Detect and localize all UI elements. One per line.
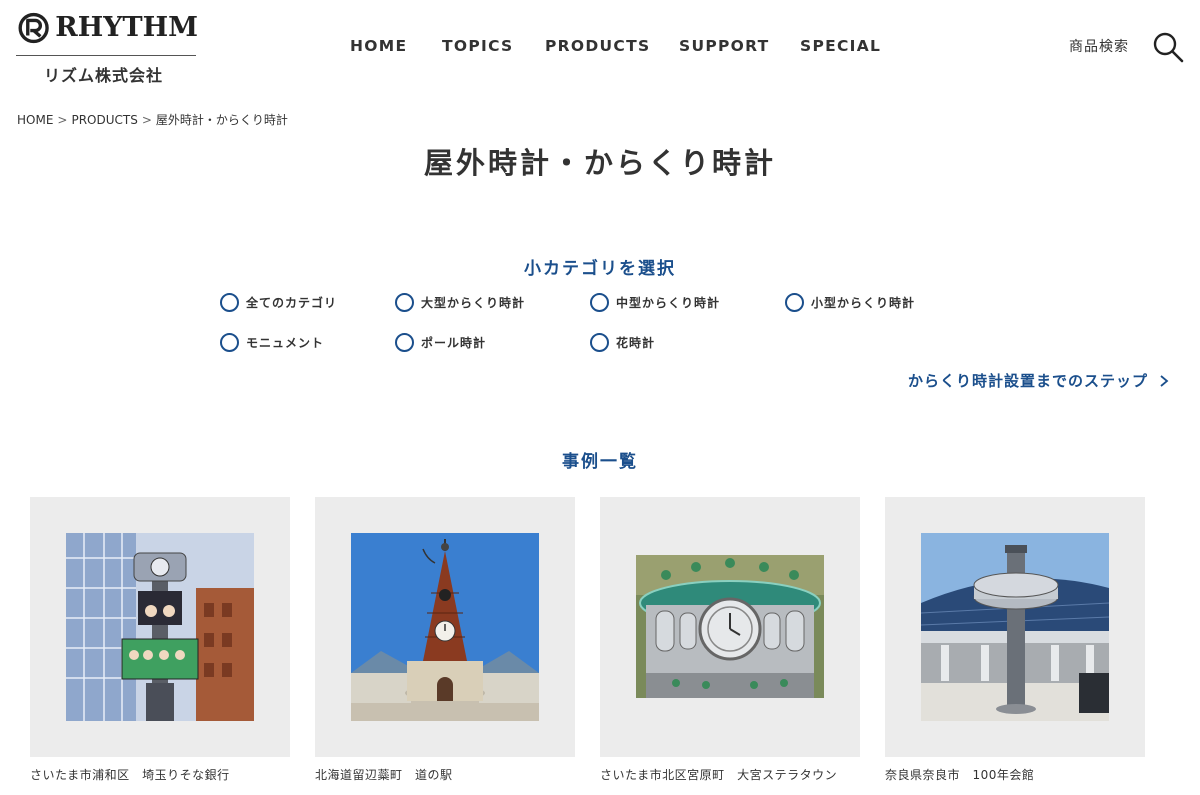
cases-heading: 事例一覧 xyxy=(562,452,638,472)
case-card-image-area xyxy=(885,497,1145,757)
chevron-right-icon xyxy=(1160,374,1169,387)
case-photo-saitama-resona xyxy=(66,533,254,721)
category-option-label: 大型からくり時計 xyxy=(421,296,526,310)
installation-steps-label: からくり時計設置までのステップ xyxy=(907,372,1148,390)
case-caption: さいたま市北区宮原町 大宮ステラタウン xyxy=(600,768,838,782)
case-caption: 北海道留辺蘂町 道の駅 xyxy=(315,768,453,782)
radio-button[interactable] xyxy=(395,333,414,352)
case-card-image-area xyxy=(30,497,290,757)
category-option-flower-clock[interactable]: 花時計 xyxy=(590,333,655,352)
search-icon[interactable] xyxy=(1152,31,1184,63)
category-option-label: 花時計 xyxy=(616,336,656,350)
logo-top: RHYTHM xyxy=(16,10,198,46)
case-photo-nara-100nen-kaikan xyxy=(921,533,1109,721)
category-option-medium-karakuri[interactable]: 中型からくり時計 xyxy=(590,293,720,312)
case-card[interactable]: 奈良県奈良市 100年会館 xyxy=(885,497,1145,782)
nav-special[interactable]: SPECIAL xyxy=(800,35,881,57)
product-search-label[interactable]: 商品検索 xyxy=(1069,36,1129,56)
category-option-label: 中型からくり時計 xyxy=(616,296,721,310)
category-option-large-karakuri[interactable]: 大型からくり時計 xyxy=(395,293,525,312)
category-option-all[interactable]: 全てのカテゴリ xyxy=(220,293,337,312)
radio-button[interactable] xyxy=(785,293,804,312)
breadcrumb-products[interactable]: PRODUCTS xyxy=(71,113,137,127)
case-caption: さいたま市浦和区 埼玉りそな銀行 xyxy=(30,768,230,782)
case-card-image-area xyxy=(315,497,575,757)
nav-support[interactable]: SUPPORT xyxy=(679,35,770,57)
category-option-label: モニュメント xyxy=(246,336,325,350)
category-option-monument[interactable]: モニュメント xyxy=(220,333,324,352)
breadcrumb-separator: > xyxy=(57,113,68,127)
nav-home[interactable]: HOME xyxy=(350,35,407,57)
breadcrumb-current: 屋外時計・からくり時計 xyxy=(155,113,288,127)
site-header: RHYTHM リズム株式会社 HOME TOPICS PRODUCTS SUPP… xyxy=(0,0,1200,95)
breadcrumb-separator: > xyxy=(141,113,152,127)
radio-button[interactable] xyxy=(220,333,239,352)
category-select-heading: 小カテゴリを選択 xyxy=(524,259,676,279)
radio-button[interactable] xyxy=(590,293,609,312)
logo-wordmark: RHYTHM xyxy=(55,12,198,43)
category-option-pole-clock[interactable]: ポール時計 xyxy=(395,333,486,352)
category-option-label: ポール時計 xyxy=(421,336,487,350)
nav-topics[interactable]: TOPICS xyxy=(442,35,514,57)
rhythm-logo-mark-icon xyxy=(18,12,49,44)
case-card-image-area xyxy=(600,497,860,757)
logo-company-name: リズム株式会社 xyxy=(44,66,164,85)
case-card[interactable]: 北海道留辺蘂町 道の駅 xyxy=(315,497,575,782)
category-option-label: 小型からくり時計 xyxy=(811,296,916,310)
radio-button[interactable] xyxy=(220,293,239,312)
category-option-label: 全てのカテゴリ xyxy=(246,296,338,310)
radio-button[interactable] xyxy=(395,293,414,312)
category-option-small-karakuri[interactable]: 小型からくり時計 xyxy=(785,293,915,312)
case-card[interactable]: さいたま市浦和区 埼玉りそな銀行 xyxy=(30,497,290,782)
installation-steps-link[interactable]: からくり時計設置までのステップ xyxy=(908,370,1170,391)
logo-divider xyxy=(16,55,196,56)
radio-button[interactable] xyxy=(590,333,609,352)
case-photo-omiya-stella-town xyxy=(636,555,824,698)
breadcrumb: HOME > PRODUCTS > 屋外時計・からくり時計 xyxy=(17,111,288,128)
breadcrumb-home[interactable]: HOME xyxy=(17,113,53,127)
case-photo-rubeshibe-station xyxy=(351,533,539,721)
page-title: 屋外時計・からくり時計 xyxy=(423,146,776,180)
case-card[interactable]: さいたま市北区宮原町 大宮ステラタウン xyxy=(600,497,860,782)
nav-products[interactable]: PRODUCTS xyxy=(545,35,650,57)
case-caption: 奈良県奈良市 100年会館 xyxy=(885,768,1035,782)
rhythm-logo[interactable]: RHYTHM リズム株式会社 xyxy=(16,10,198,86)
